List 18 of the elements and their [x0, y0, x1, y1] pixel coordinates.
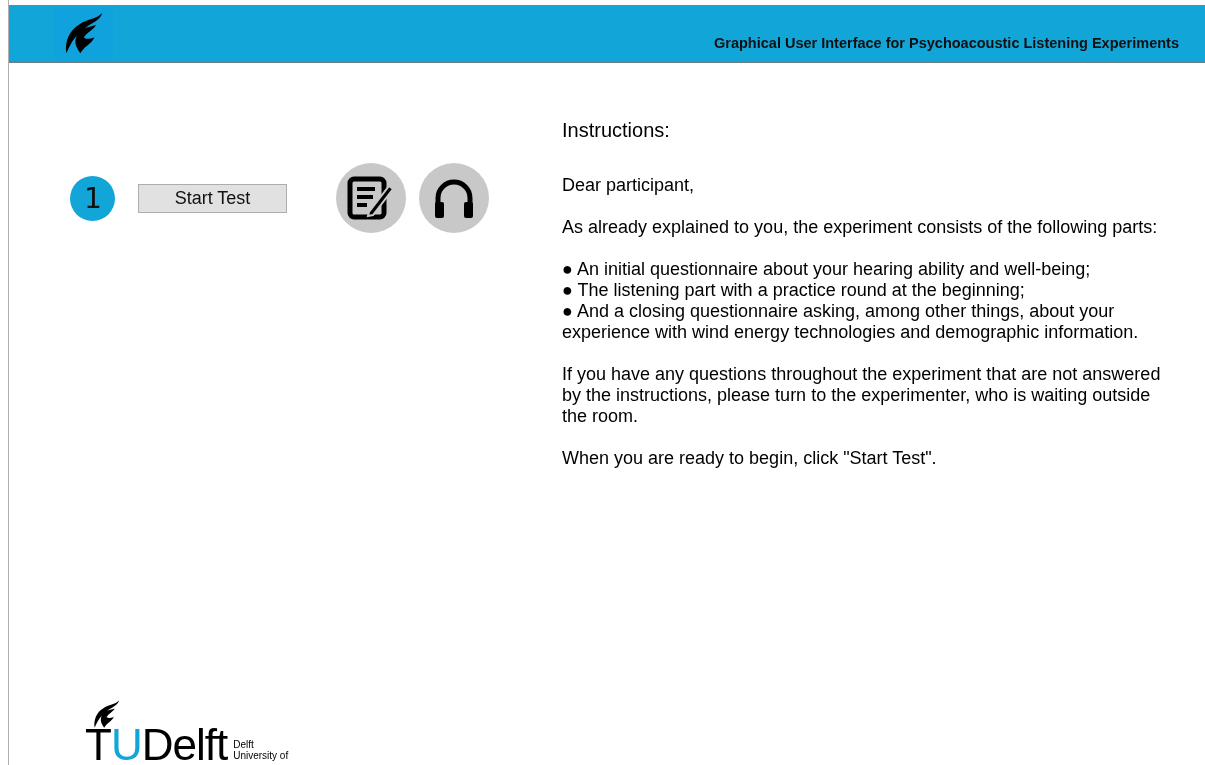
- instruction-bullet: ● An initial questionnaire about your hearing ability and well-being;: [562, 259, 1092, 280]
- instruction-bullet: ● The listening part with a practice round at the beginning;: [562, 280, 1026, 301]
- instruction-bullet: ● And a closing questionnaire asking, among other things, about your experience with wind energy technologies and demographic information.: [562, 301, 1140, 343]
- instruction-paragraph: When you are ready to begin, click "Start Test".: [562, 448, 938, 469]
- headphones-icon: [433, 177, 475, 219]
- logo-letter: U: [110, 725, 142, 765]
- app-title: Graphical User Interface for Psychoacoustic Listening Experiments: [714, 35, 1179, 51]
- logo-caption: Delft: [233, 739, 255, 750]
- instruction-paragraph: As already explained to you, the experiment consists of the following parts:: [562, 217, 1159, 238]
- logo-wordmark: Delft: [141, 725, 228, 765]
- notepad-pen-icon: [347, 176, 395, 220]
- step-number: 1: [70, 175, 115, 221]
- instruction-paragraph: If you have any questions throughout the experiment that are not answered by the instructions, please turn to the experimenter, who is waiting outside the room.: [562, 364, 1162, 427]
- logo-caption: University of: [233, 750, 289, 761]
- instructions-heading: Instructions:: [562, 120, 671, 141]
- instruction-paragraph: Dear participant,: [562, 175, 696, 196]
- logo-letter: T: [85, 725, 111, 765]
- start-test-button[interactable]: Start Test: [138, 183, 287, 213]
